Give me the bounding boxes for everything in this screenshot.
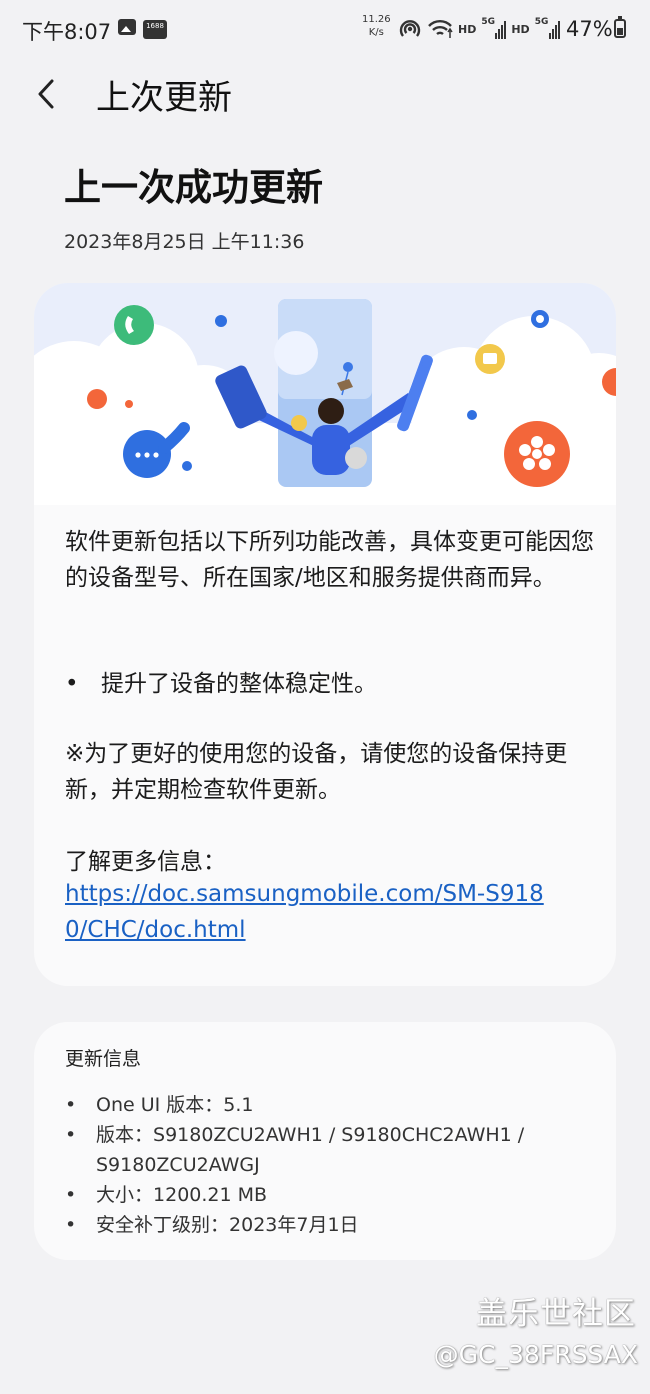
update-illustration bbox=[34, 283, 616, 505]
app-notification-badge: 1688 bbox=[143, 20, 167, 39]
back-arrow-icon bbox=[38, 79, 54, 109]
info-value: 2023年7月1日 bbox=[229, 1214, 359, 1236]
info-label: One UI 版本： bbox=[96, 1094, 224, 1116]
wifi-icon bbox=[428, 20, 453, 38]
info-item-security-patch: • 安全补丁级别：2023年7月1日 bbox=[65, 1210, 585, 1240]
battery-percent: 47% bbox=[566, 17, 613, 41]
update-info-title: 更新信息 bbox=[65, 1048, 142, 1070]
network-speed-unit: K/s bbox=[368, 27, 384, 38]
update-notice: ※为了更好的使用您的设备，请使您的设备保持更新，并定期检查软件更新。 bbox=[65, 741, 568, 803]
info-item-size: • 大小：1200.21 MB bbox=[65, 1180, 585, 1210]
info-label: 安全补丁级别： bbox=[96, 1214, 230, 1236]
update-heading: 上一次成功更新 bbox=[64, 166, 323, 209]
signal-icon-2: 5G bbox=[534, 17, 560, 39]
info-item-build-version: • 版本：S9180ZCU2AWH1 / S9180CHC2AWH1 / S91… bbox=[65, 1120, 585, 1180]
network-type-1: 5G bbox=[481, 17, 495, 27]
gallery-notification-icon bbox=[118, 19, 136, 35]
bullet-dot: • bbox=[65, 1124, 77, 1146]
battery-icon bbox=[614, 16, 626, 38]
bullet-dot: • bbox=[65, 671, 79, 697]
hotspot-icon bbox=[399, 20, 421, 37]
update-info-card: 更新信息 • One UI 版本：5.1 • 版本：S9180ZCU2AWH1 … bbox=[34, 1022, 616, 1260]
bullet-dot: • bbox=[65, 1184, 77, 1206]
info-label: 版本： bbox=[96, 1124, 154, 1146]
status-icons: HD 5G HD 5G bbox=[398, 14, 560, 44]
watermark-community: 盖乐世社区 bbox=[476, 1296, 636, 1332]
hd-voice-label-1: HD bbox=[458, 22, 477, 36]
status-bar: 下午8:07 1688 11.26 K/s HD 5G HD 5G 47% bbox=[0, 0, 650, 58]
update-description: 软件更新包括以下所列功能改善，具体变更可能因您的设备型号、所在国家/地区和服务提… bbox=[65, 529, 594, 591]
change-text: 提升了设备的整体稳定性。 bbox=[101, 671, 377, 697]
signal-icon-1: 5G bbox=[481, 17, 507, 39]
info-item-oneui-version: • One UI 版本：5.1 bbox=[65, 1090, 585, 1120]
bullet-dot: • bbox=[65, 1214, 77, 1236]
update-date: 2023年8月25日 上午11:36 bbox=[64, 231, 305, 253]
info-value: 5.1 bbox=[223, 1094, 254, 1116]
update-details-card: 软件更新包括以下所列功能改善，具体变更可能因您的设备型号、所在国家/地区和服务提… bbox=[34, 283, 616, 986]
hd-voice-label-2: HD bbox=[511, 22, 530, 36]
info-value: S9180ZCU2AWH1 / S9180CHC2AWH1 / S9180ZCU… bbox=[96, 1124, 525, 1176]
update-info-list: • One UI 版本：5.1 • 版本：S9180ZCU2AWH1 / S91… bbox=[65, 1090, 585, 1240]
more-info-link[interactable]: https://doc.samsungmobile.com/SM-S9180/C… bbox=[65, 876, 565, 948]
network-type-2: 5G bbox=[534, 17, 549, 27]
info-value: 1200.21 MB bbox=[153, 1184, 268, 1206]
network-speed: 11.26 K/s bbox=[362, 13, 391, 39]
watermark-user: @GC_38FRSSAX bbox=[433, 1340, 638, 1369]
bullet-dot: • bbox=[65, 1094, 77, 1116]
change-list-item: • 提升了设备的整体稳定性。 bbox=[65, 666, 377, 702]
status-time: 下午8:07 bbox=[22, 20, 112, 44]
network-speed-value: 11.26 bbox=[362, 14, 391, 25]
info-label: 大小： bbox=[96, 1184, 154, 1206]
page-title: 上次更新 bbox=[96, 78, 232, 118]
back-button[interactable] bbox=[28, 72, 68, 116]
more-info-label: 了解更多信息： bbox=[65, 849, 226, 875]
